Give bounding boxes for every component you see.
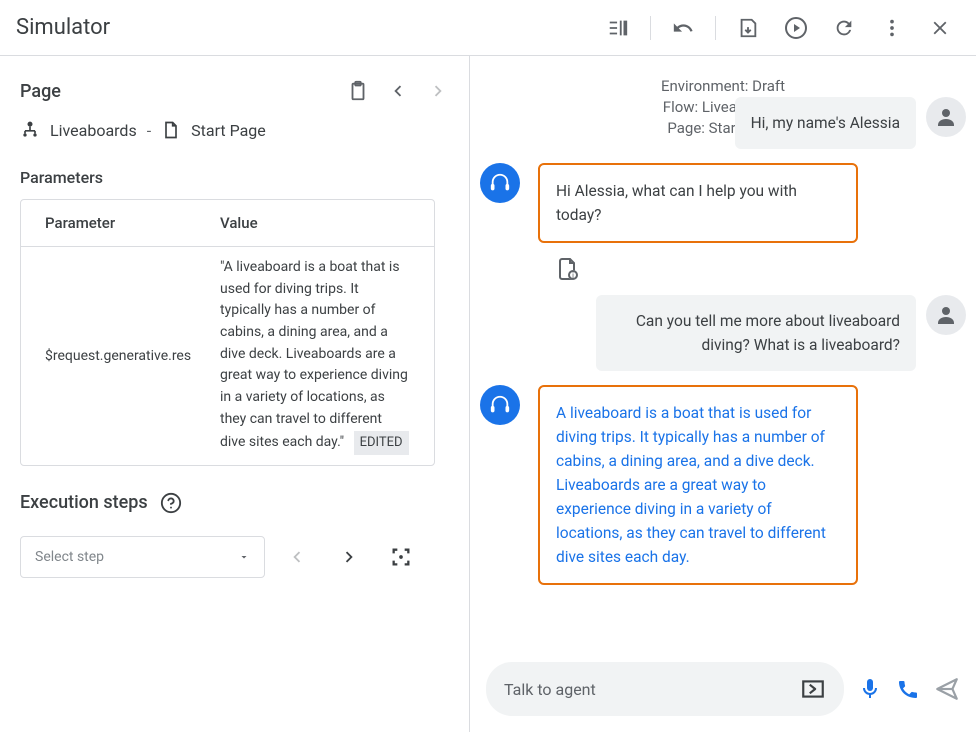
flow-icon <box>20 120 40 140</box>
page-section-header: Page <box>20 80 449 102</box>
help-icon[interactable] <box>160 492 182 514</box>
param-name: $request.generative.res <box>45 348 220 364</box>
context-icon-row: i <box>556 257 966 281</box>
input-row: Talk to agent <box>480 658 966 720</box>
step-next-icon[interactable] <box>329 537 369 577</box>
divider <box>715 16 716 40</box>
user-message-row: Can you tell me more about liveaboard di… <box>480 295 966 371</box>
breadcrumb: Liveaboards - Start Page <box>20 120 449 140</box>
divider <box>650 16 651 40</box>
user-avatar <box>926 295 966 335</box>
close-icon[interactable] <box>920 8 960 48</box>
agent-message-row: A liveaboard is a boat that is used for … <box>480 385 966 585</box>
phone-icon[interactable] <box>896 677 920 701</box>
undo-icon[interactable] <box>663 8 703 48</box>
topbar-actions <box>598 8 960 48</box>
agent-message-bubble: Hi Alessia, what can I help you with tod… <box>538 163 858 243</box>
parameters-table: Parameter Value $request.generative.res … <box>20 199 435 466</box>
parameters-title: Parameters <box>20 168 449 187</box>
edited-badge: EDITED <box>354 431 409 455</box>
left-panel: Page Liveaboards - Start <box>0 56 470 732</box>
right-panel: Environment: Draft Flow: Liveaboards Pag… <box>470 56 976 732</box>
chevron-down-icon <box>238 551 250 563</box>
panel-toggle-icon[interactable] <box>598 8 638 48</box>
save-icon[interactable] <box>728 8 768 48</box>
execution-row: Select step <box>20 536 449 578</box>
page-icon <box>161 120 181 140</box>
step-prev-icon[interactable] <box>277 537 317 577</box>
agent-message-bubble: A liveaboard is a boat that is used for … <box>538 385 858 585</box>
agent-avatar <box>480 163 520 203</box>
clipboard-icon[interactable] <box>347 80 369 102</box>
user-message-bubble: Hi, my name's Alessia <box>735 97 916 149</box>
header-parameter: Parameter <box>45 214 220 232</box>
topbar: Simulator <box>0 0 976 56</box>
agent-message-row: Hi Alessia, what can I help you with tod… <box>480 163 966 243</box>
table-header: Parameter Value <box>21 200 434 247</box>
breadcrumb-flow[interactable]: Liveaboards <box>50 121 137 140</box>
play-icon[interactable] <box>776 8 816 48</box>
select-placeholder: Select step <box>35 549 104 565</box>
next-icon[interactable] <box>427 80 449 102</box>
step-selector[interactable]: Select step <box>20 536 265 578</box>
chat-area: Environment: Draft Flow: Liveaboards Pag… <box>480 72 966 658</box>
param-value: "A liveaboard is a boat that is used for… <box>220 257 410 455</box>
page-section-actions <box>347 80 449 102</box>
focus-icon[interactable] <box>381 537 421 577</box>
agent-avatar <box>480 385 520 425</box>
prev-icon[interactable] <box>387 80 409 102</box>
document-context-icon[interactable]: i <box>556 257 966 281</box>
chat-input[interactable]: Talk to agent <box>486 662 844 716</box>
more-icon[interactable] <box>872 8 912 48</box>
reset-icon[interactable] <box>824 8 864 48</box>
user-message-bubble: Can you tell me more about liveaboard di… <box>596 295 916 371</box>
send-icon[interactable] <box>934 676 960 702</box>
breadcrumb-page[interactable]: Start Page <box>191 121 266 140</box>
main: Page Liveaboards - Start <box>0 56 976 732</box>
app-title: Simulator <box>16 15 110 40</box>
header-value: Value <box>220 214 258 232</box>
mic-icon[interactable] <box>858 677 882 701</box>
page-section-title: Page <box>20 81 61 102</box>
execution-steps-header: Execution steps <box>20 492 449 514</box>
meta-environment: Environment: Draft <box>480 76 966 97</box>
param-value-text: "A liveaboard is a boat that is used for… <box>220 259 408 450</box>
user-avatar <box>926 97 966 137</box>
table-row[interactable]: $request.generative.res "A liveaboard is… <box>21 247 434 465</box>
submit-icon[interactable] <box>800 676 826 702</box>
svg-text:i: i <box>572 271 574 280</box>
breadcrumb-separator: - <box>147 121 151 140</box>
execution-steps-title: Execution steps <box>20 492 148 513</box>
input-placeholder: Talk to agent <box>504 680 596 699</box>
